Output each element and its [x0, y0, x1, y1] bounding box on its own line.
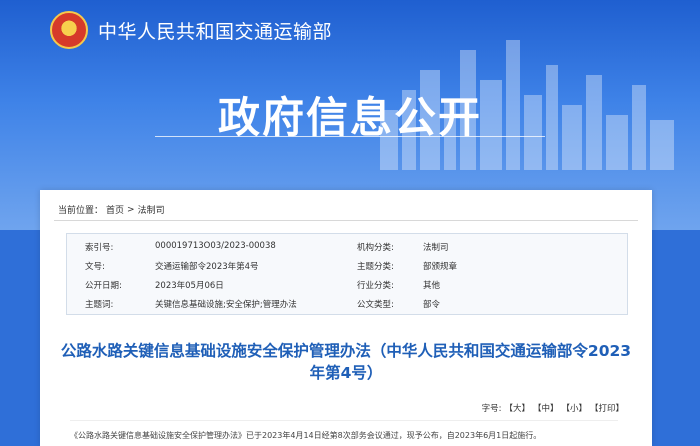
breadcrumb-prefix: 当前位置： [58, 206, 104, 216]
metadata-row: 文号: 交通运输部令2023年第4号 主题分类: 部颁规章 [67, 256, 627, 275]
divider [70, 420, 618, 421]
metadata-key: 公开日期: [85, 281, 122, 291]
metadata-value: 部令 [423, 300, 441, 310]
metadata-row: 公开日期: 2023年05月06日 行业分类: 其他 [67, 275, 627, 294]
font-size-controls: 字号: 【大】 【中】 【小】 【打印】 [482, 402, 624, 414]
metadata-key: 索引号: [85, 243, 114, 253]
metadata-value: 2023年05月06日 [155, 281, 224, 291]
metadata-key: 行业分类: [357, 281, 394, 291]
ministry-name[interactable]: 中华人民共和国交通运输部 [98, 17, 332, 44]
font-large-button[interactable]: 【大】 [504, 402, 530, 414]
metadata-key: 文号: [85, 262, 105, 272]
title-underline [155, 136, 545, 137]
national-emblem-icon: ★ [50, 11, 88, 49]
metadata-value: 交通运输部令2023年第4号 [155, 262, 259, 272]
metadata-key: 主题词: [85, 300, 114, 310]
metadata-value: 000019713O03/2023-00038 [155, 241, 276, 251]
breadcrumb: 当前位置： 首页 > 法制司 [58, 203, 165, 217]
metadata-value: 关键信息基础设施;安全保护;管理办法 [155, 300, 297, 310]
metadata-value: 部颁规章 [423, 262, 458, 272]
content-panel: 当前位置： 首页 > 法制司 索引号: 000019713O03/2023-00… [40, 190, 652, 446]
breadcrumb-home-link[interactable]: 首页 [106, 203, 124, 216]
font-medium-button[interactable]: 【中】 [533, 402, 559, 414]
metadata-value: 其他 [423, 281, 441, 291]
document-title: 公路水路关键信息基础设施安全保护管理办法（中华人民共和国交通运输部令2023年第… [60, 342, 632, 382]
divider [54, 220, 638, 221]
metadata-key: 公文类型: [357, 300, 394, 310]
metadata-key: 机构分类: [357, 243, 394, 253]
document-metadata-table: 索引号: 000019713O03/2023-00038 机构分类: 法制司 文… [66, 233, 628, 315]
metadata-key: 主题分类: [357, 262, 394, 272]
metadata-value: 法制司 [423, 243, 449, 253]
breadcrumb-current-link[interactable]: 法制司 [138, 203, 165, 216]
site-header: ★ 中华人民共和国交通运输部 [50, 8, 332, 52]
print-button[interactable]: 【打印】 [590, 402, 624, 414]
breadcrumb-separator: > [127, 204, 135, 215]
font-size-label: 字号: [481, 404, 502, 414]
font-small-button[interactable]: 【小】 [561, 402, 587, 414]
metadata-row: 索引号: 000019713O03/2023-00038 机构分类: 法制司 [67, 237, 627, 256]
metadata-row: 主题词: 关键信息基础设施;安全保护;管理办法 公文类型: 部令 [67, 294, 627, 313]
document-body-line: 《公路水路关键信息基础设施安全保护管理办法》已于2023年4月14日经第8次部务… [70, 431, 542, 440]
